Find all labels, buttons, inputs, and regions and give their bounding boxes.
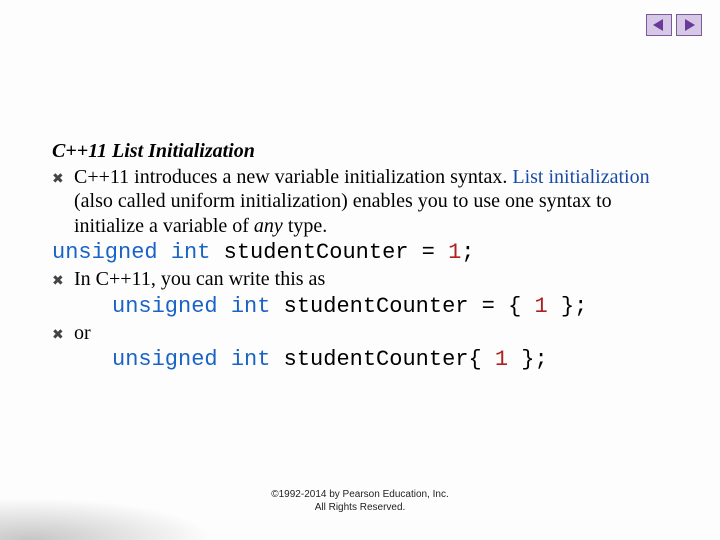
code-text: studentCounter = { (284, 294, 535, 319)
code-line: unsigned int studentCounter = { 1 }; (52, 294, 672, 319)
italic-text: any (254, 215, 283, 237)
bullet-item: ✖ C++11 introduces a new variable initia… (52, 165, 672, 238)
text-span: type. (283, 215, 327, 237)
footer-line: All Rights Reserved. (0, 502, 720, 515)
prev-button[interactable] (646, 14, 672, 36)
code-keyword: unsigned int (52, 240, 224, 265)
slide-content: C++11 List Initialization ✖ C++11 introd… (52, 140, 672, 374)
code-keyword: unsigned int (112, 294, 284, 319)
copyright-footer: ©1992-2014 by Pearson Education, Inc. Al… (0, 489, 720, 514)
footer-line: ©1992-2014 by Pearson Education, Inc. (0, 489, 720, 502)
bullet-text: In C++11, you can write this as (74, 267, 672, 291)
code-text: ; (461, 240, 474, 265)
bullet-marker: ✖ (52, 267, 74, 291)
bullet-text: or (74, 321, 672, 345)
code-text: studentCounter = (224, 240, 448, 265)
next-button[interactable] (676, 14, 702, 36)
prev-arrow-icon (652, 19, 666, 31)
bullet-marker: ✖ (52, 165, 74, 189)
text-span: C++11 introduces a new variable initiali… (74, 166, 512, 188)
code-text: studentCounter{ (284, 347, 495, 372)
bullet-marker: ✖ (52, 321, 74, 345)
code-text: }; (548, 294, 588, 319)
code-line: unsigned int studentCounter = 1; (52, 240, 672, 265)
code-line: unsigned int studentCounter{ 1 }; (52, 347, 672, 372)
code-number: 1 (534, 294, 547, 319)
code-number: 1 (448, 240, 461, 265)
bullet-text: C++11 introduces a new variable initiali… (74, 165, 672, 238)
slide-heading: C++11 List Initialization (52, 140, 672, 163)
code-number: 1 (495, 347, 508, 372)
code-keyword: unsigned int (112, 347, 284, 372)
code-text: }; (508, 347, 548, 372)
nav-controls (646, 14, 702, 36)
link-text: List initialization (512, 166, 649, 188)
text-span: (also called uniform initialization) ena… (74, 190, 612, 236)
bullet-item: ✖ In C++11, you can write this as (52, 267, 672, 291)
bullet-item: ✖ or (52, 321, 672, 345)
next-arrow-icon (682, 19, 696, 31)
